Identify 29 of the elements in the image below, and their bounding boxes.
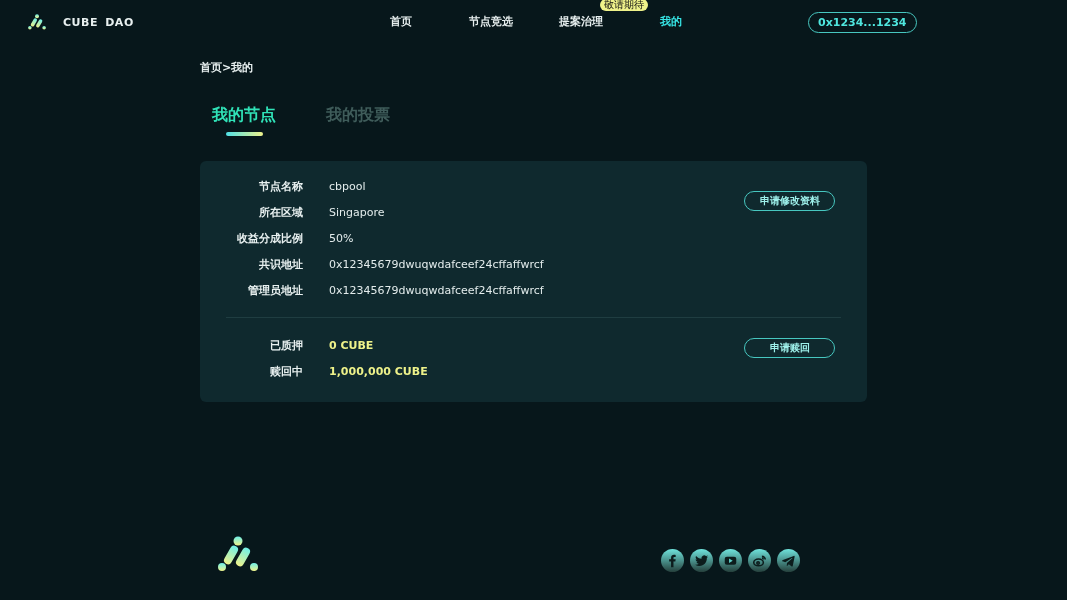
bird-icon[interactable]: [690, 549, 713, 572]
logo-icon: [28, 14, 46, 30]
brand-name: CUBE DAO: [63, 15, 134, 29]
nav-link[interactable]: 我的: [660, 15, 682, 29]
field-value: 0x12345679dwuqwdafceef24cffaffwrcf: [329, 257, 544, 271]
weibo-icon[interactable]: [748, 549, 771, 572]
field-value: 50%: [329, 231, 354, 245]
coming-soon-badge: 敬请期待: [600, 0, 648, 11]
field-label: 管理员地址: [247, 282, 303, 298]
nav-link[interactable]: 提案治理: [559, 15, 603, 29]
amount-value: 1,000,000 CUBE: [329, 364, 428, 378]
logo-icon: [218, 536, 258, 572]
facebook-icon[interactable]: [661, 549, 684, 572]
field-value: Singapore: [329, 205, 385, 219]
field-label: 已质押: [269, 337, 303, 353]
field-label: 共识地址: [258, 256, 303, 272]
field-label: 节点名称: [258, 178, 303, 194]
paper-plane-icon[interactable]: [777, 549, 800, 572]
field-value: 0x12345679dwuqwdafceef24cffaffwrcf: [329, 283, 544, 297]
nav-link[interactable]: 首页: [390, 15, 412, 29]
breadcrumb: 首页>我的: [200, 60, 255, 75]
field-value: cbpool: [329, 179, 366, 193]
field-label: 所在区域: [258, 204, 303, 220]
amount-value: 0 CUBE: [329, 338, 374, 352]
nav-link[interactable]: 节点竞选: [469, 15, 513, 29]
play-icon[interactable]: [719, 549, 742, 572]
field-label: 赎回中: [269, 363, 303, 379]
field-label: 收益分成比例: [236, 230, 303, 246]
tab[interactable]: 我的节点: [212, 105, 276, 136]
